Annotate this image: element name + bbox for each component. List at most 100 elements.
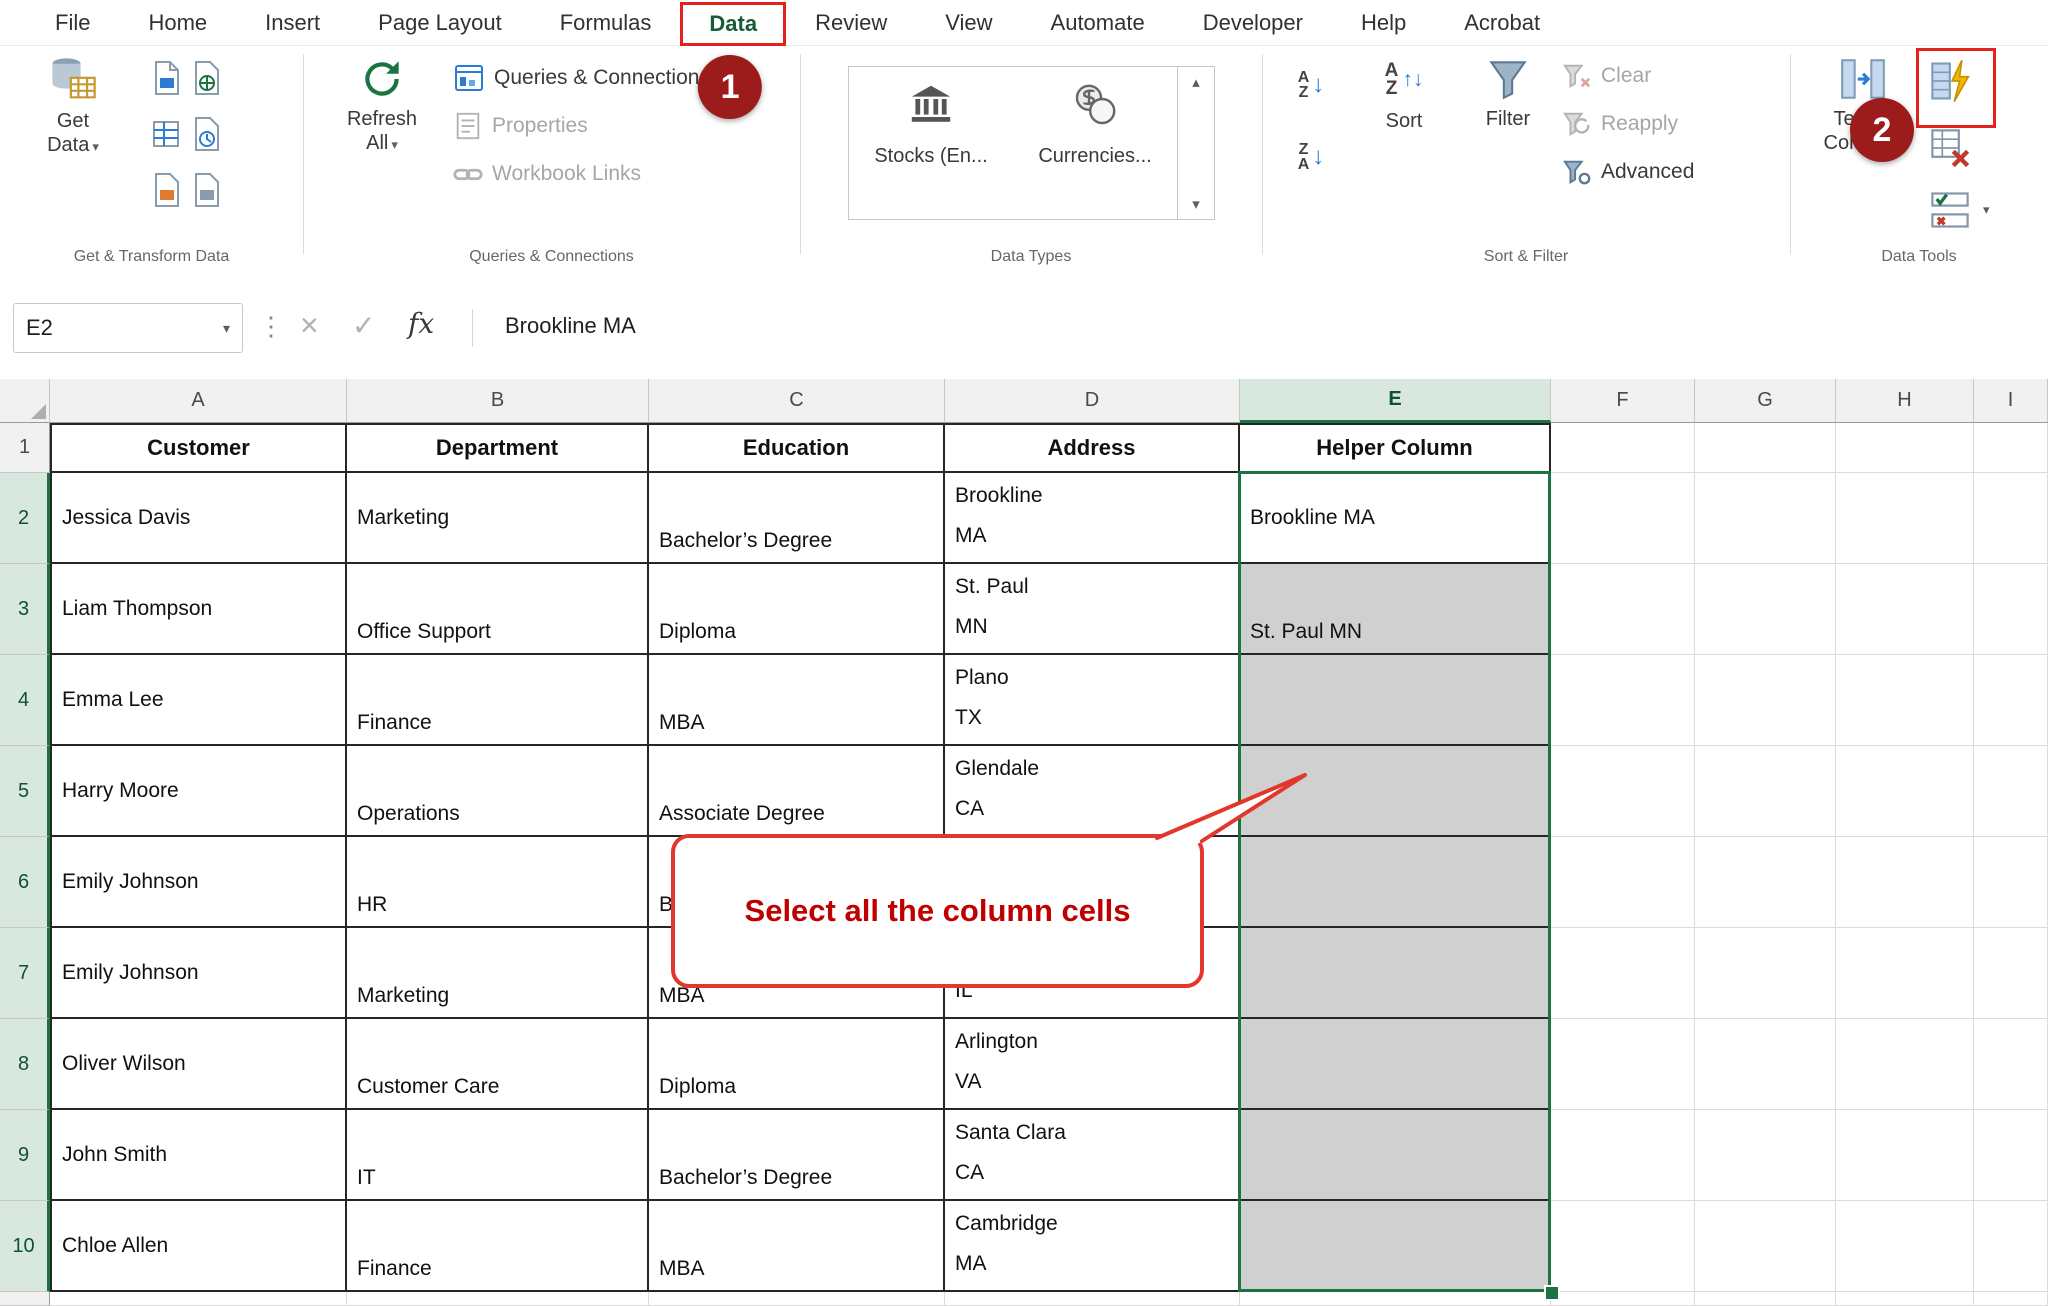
cell-department[interactable]: Marketing — [347, 928, 649, 1019]
tab-review[interactable]: Review — [786, 0, 916, 46]
get-data-button[interactable]: Get Data▾ — [14, 50, 132, 157]
cell-education[interactable]: Diploma — [649, 564, 945, 655]
data-validation-button[interactable]: ▾ — [1928, 184, 1990, 236]
from-web-button[interactable] — [190, 60, 222, 101]
cell-empty[interactable] — [1974, 473, 2048, 564]
cell-helper[interactable] — [1240, 1110, 1551, 1201]
cell-empty[interactable] — [1974, 746, 2048, 837]
cell-helper[interactable] — [1240, 837, 1551, 928]
table-header-department[interactable]: Department — [347, 423, 649, 473]
column-header-I[interactable]: I — [1974, 379, 2048, 423]
cell-empty[interactable] — [1974, 423, 2048, 473]
cell-empty[interactable] — [1551, 423, 1695, 473]
cell-customer[interactable]: Emma Lee — [50, 655, 347, 746]
recent-sources-button[interactable] — [190, 116, 222, 157]
cell-empty[interactable] — [649, 1292, 945, 1306]
cell-empty[interactable] — [1551, 837, 1695, 928]
chevron-down-icon[interactable]: ▾ — [1983, 202, 1990, 218]
cell-empty[interactable] — [1551, 928, 1695, 1019]
cell-empty[interactable] — [1836, 564, 1974, 655]
cell-address[interactable]: PlanoTX — [945, 655, 1240, 746]
cell-empty[interactable] — [1695, 928, 1836, 1019]
gallery-more-button[interactable]: ▴ ▾ — [1177, 67, 1214, 219]
formula-input[interactable]: Brookline MA — [505, 313, 636, 339]
cell-empty[interactable] — [1551, 1292, 1695, 1306]
sort-ascending-button[interactable]: AZ ↓ — [1278, 54, 1344, 116]
flash-fill-button[interactable] — [1928, 50, 1990, 112]
from-text-csv-button[interactable] — [150, 60, 182, 101]
cell-empty[interactable] — [1836, 928, 1974, 1019]
tab-insert[interactable]: Insert — [236, 0, 349, 46]
existing-connections-button[interactable] — [150, 172, 182, 213]
cell-address[interactable]: ArlingtonVA — [945, 1019, 1240, 1110]
column-header-A[interactable]: A — [50, 379, 347, 423]
cell-empty[interactable] — [1695, 746, 1836, 837]
cancel-button[interactable]: × — [300, 307, 319, 344]
table-header-helper-column[interactable]: Helper Column — [1240, 423, 1551, 473]
cell-address[interactable]: St. PaulMN — [945, 564, 1240, 655]
cell-department[interactable]: Finance — [347, 655, 649, 746]
cell-empty[interactable] — [1974, 1201, 2048, 1292]
tab-data[interactable]: Data 1 — [680, 2, 786, 46]
fill-handle[interactable] — [1544, 1285, 1560, 1301]
name-box[interactable]: E2 ▾ — [13, 303, 243, 353]
cell-helper[interactable]: Brookline MA — [1240, 473, 1551, 564]
cell-empty[interactable] — [1551, 746, 1695, 837]
cell-empty[interactable] — [1240, 1292, 1551, 1306]
cell-department[interactable]: Customer Care — [347, 1019, 649, 1110]
cell-empty[interactable] — [1695, 1201, 1836, 1292]
select-all-corner[interactable] — [0, 379, 50, 423]
column-header-F[interactable]: F — [1551, 379, 1695, 423]
cell-empty[interactable] — [1695, 655, 1836, 746]
cell-helper[interactable]: St. Paul MN — [1240, 564, 1551, 655]
row-header-10[interactable]: 10 — [0, 1201, 50, 1292]
cell-empty[interactable] — [347, 1292, 649, 1306]
table-header-address[interactable]: Address — [945, 423, 1240, 473]
currencies-data-type-button[interactable]: Currencies... — [1013, 67, 1177, 219]
cell-address[interactable]: GlendaleCA — [945, 746, 1240, 837]
cell-education[interactable]: Associate Degree — [649, 746, 945, 837]
cell-empty[interactable] — [1551, 655, 1695, 746]
row-header-3[interactable]: 3 — [0, 564, 50, 655]
cell-education[interactable]: MBA — [649, 1201, 945, 1292]
cell-address[interactable]: Santa ClaraCA — [945, 1110, 1240, 1201]
cell-empty[interactable] — [1836, 1201, 1974, 1292]
from-table-range-button[interactable] — [150, 116, 182, 157]
chevron-down-icon[interactable]: ▾ — [223, 320, 230, 337]
cell-empty[interactable] — [945, 1292, 1240, 1306]
cell-department[interactable]: Operations — [347, 746, 649, 837]
cell-empty[interactable] — [1551, 1019, 1695, 1110]
cell-empty[interactable] — [1836, 837, 1974, 928]
column-header-D[interactable]: D — [945, 379, 1240, 423]
cell-empty[interactable] — [1836, 1292, 1974, 1306]
cell-empty[interactable] — [1551, 473, 1695, 564]
stocks-data-type-button[interactable]: Stocks (En... — [849, 67, 1013, 219]
cell-customer[interactable]: Liam Thompson — [50, 564, 347, 655]
cell-education[interactable]: Bachelor’s Degree — [649, 473, 945, 564]
cell-department[interactable]: Finance — [347, 1201, 649, 1292]
tab-acrobat[interactable]: Acrobat — [1435, 0, 1569, 46]
sort-button[interactable]: AZ ↑↓ Sort — [1358, 50, 1450, 134]
cell-empty[interactable] — [1836, 473, 1974, 564]
tab-help[interactable]: Help — [1332, 0, 1435, 46]
refresh-all-button[interactable]: Refresh All▾ — [327, 50, 437, 155]
advanced-filter-button[interactable]: Advanced — [1562, 150, 1694, 194]
cell-empty[interactable] — [1974, 1110, 2048, 1201]
table-header-education[interactable]: Education — [649, 423, 945, 473]
row-header-9[interactable]: 9 — [0, 1110, 50, 1201]
cell-department[interactable]: Office Support — [347, 564, 649, 655]
cell-empty[interactable] — [1836, 746, 1974, 837]
cell-empty[interactable] — [1695, 1019, 1836, 1110]
remove-duplicates-button[interactable] — [1928, 122, 1990, 174]
cell-empty[interactable] — [1695, 837, 1836, 928]
cell-helper[interactable] — [1240, 1019, 1551, 1110]
filter-button[interactable]: Filter — [1462, 50, 1554, 132]
cell-department[interactable]: HR — [347, 837, 649, 928]
cell-empty[interactable] — [1836, 655, 1974, 746]
cell-empty[interactable] — [1695, 423, 1836, 473]
row-header-7[interactable]: 7 — [0, 928, 50, 1019]
row-header-partial[interactable] — [0, 1292, 50, 1306]
row-header-6[interactable]: 6 — [0, 837, 50, 928]
cell-address[interactable]: BrooklineMA — [945, 473, 1240, 564]
cell-empty[interactable] — [1974, 1292, 2048, 1306]
